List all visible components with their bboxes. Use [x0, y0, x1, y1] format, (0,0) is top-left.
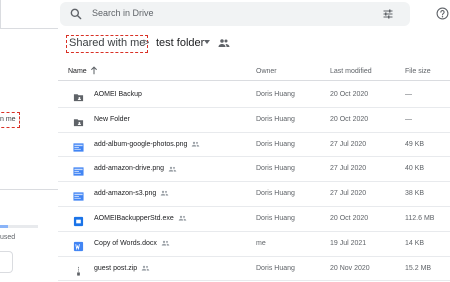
buy-storage-button[interactable]: [0, 251, 13, 273]
file-name-text: guest post.zip: [94, 264, 138, 272]
folder-icon: [73, 90, 84, 102]
table-row[interactable]: add-amazon-drive.png Doris Huang 27 Jul 20…: [58, 157, 450, 183]
file-owner: Doris Huang: [256, 190, 295, 198]
file-name[interactable]: New Folder: [94, 116, 130, 123]
file-modified: 27 Jul 2020: [330, 165, 367, 173]
shared-icon: [168, 166, 177, 172]
file-name-text: AOMEIBackupperStd.exe: [94, 215, 174, 222]
file-modified: 27 Jul 2020: [330, 140, 367, 148]
breadcrumb-shared-with-me[interactable]: Shared with me: [66, 35, 149, 53]
word-icon: [73, 239, 84, 251]
shared-people-icon: [218, 39, 230, 47]
shared-icon: [191, 141, 200, 147]
file-size: 40 KB: [405, 165, 425, 173]
column-header-last-modified[interactable]: Last modified: [330, 68, 372, 75]
breadcrumb-current-folder[interactable]: test folder: [156, 37, 204, 49]
table-row[interactable]: AOMEI Backup Doris Huang 20 Oct 2020 —: [58, 83, 450, 108]
table-row[interactable]: New Folder Doris Huang 20 Oct 2020 —: [58, 108, 450, 133]
folder-icon: [73, 115, 84, 126]
breadcrumb-separator: >: [143, 37, 150, 49]
exe-icon: [73, 214, 84, 227]
zip-icon: [73, 264, 84, 277]
file-name-text: AOMEI Backup: [94, 91, 142, 98]
image-icon: [73, 140, 84, 152]
file-name-text: Copy of Words.docx: [94, 239, 157, 247]
file-modified: 20 Oct 2020: [330, 91, 369, 98]
file-size: —: [405, 115, 412, 123]
file-owner: me: [256, 239, 266, 247]
sidebar: n me used: [0, 0, 58, 280]
column-header-name[interactable]: Name: [68, 68, 87, 75]
sidebar-item-shared-with-me[interactable]: n me: [0, 112, 20, 128]
file-name[interactable]: add-album-google-photos.png: [94, 141, 200, 148]
shared-icon: [178, 215, 187, 221]
sidebar-item-label: n me: [0, 116, 16, 123]
file-size: 112.6 MB: [405, 215, 435, 222]
file-name-text: add-amazon-drive.png: [94, 165, 165, 173]
file-modified: 19 Jul 2021: [330, 239, 367, 247]
file-owner: Doris Huang: [256, 140, 295, 148]
sidebar-divider: [0, 28, 58, 29]
file-owner: Doris Huang: [256, 264, 295, 272]
table-row[interactable]: Copy of Words.docx me 19 Jul 2021 14 KB: [58, 232, 450, 257]
help-icon[interactable]: [436, 7, 449, 20]
file-modified: 20 Oct 2020: [330, 215, 369, 222]
search-options-icon[interactable]: [382, 8, 394, 20]
search-icon: [70, 8, 82, 20]
file-size: —: [405, 91, 412, 98]
header-divider: [58, 80, 450, 81]
chevron-down-icon[interactable]: [204, 40, 210, 44]
search-bar[interactable]: Search in Drive: [60, 2, 410, 26]
table-row[interactable]: AOMEIBackupperStd.exe Doris Huang 20 Oct 2…: [58, 207, 450, 232]
file-name[interactable]: AOMEI Backup: [94, 91, 142, 98]
image-icon: [73, 189, 84, 201]
table-row[interactable]: add-amazon-s3.png Doris Huang 27 Jul 2020 3…: [58, 182, 450, 207]
file-owner: Doris Huang: [256, 165, 295, 173]
file-size: 14 KB: [405, 239, 425, 247]
sidebar-divider: [0, 189, 58, 190]
file-size: 49 KB: [405, 140, 425, 148]
shared-icon: [141, 265, 150, 271]
table-row[interactable]: guest post.zip Doris Huang 20 Nov 2020 15.2…: [58, 257, 450, 282]
sidebar-divider: [0, 0, 1, 28]
file-name-text: New Folder: [94, 115, 130, 123]
file-size: 38 KB: [405, 190, 425, 198]
file-name[interactable]: add-amazon-s3.png: [94, 190, 169, 197]
file-owner: Doris Huang: [256, 91, 295, 98]
file-owner: Doris Huang: [256, 215, 295, 222]
storage-bar: [0, 225, 38, 228]
file-modified: 20 Nov 2020: [330, 264, 370, 272]
sort-up-icon[interactable]: [90, 66, 98, 75]
file-name[interactable]: add-amazon-drive.png: [94, 165, 177, 172]
file-modified: 27 Jul 2020: [330, 190, 367, 198]
file-size: 15.2 MB: [405, 264, 432, 272]
file-name[interactable]: Copy of Words.docx: [94, 240, 170, 247]
storage-text: used: [0, 234, 16, 241]
file-modified: 20 Oct 2020: [330, 115, 369, 123]
image-icon: [73, 164, 84, 177]
shared-icon: [160, 190, 169, 196]
file-name-text: add-amazon-s3.png: [94, 190, 157, 198]
shared-icon: [161, 240, 170, 246]
file-name[interactable]: guest post.zip: [94, 265, 150, 272]
table-row[interactable]: add-album-google-photos.png Doris Huang 27…: [58, 133, 450, 158]
column-header-file-size[interactable]: File size: [405, 68, 431, 75]
file-name[interactable]: AOMEIBackupperStd.exe: [94, 215, 187, 222]
file-name-text: add-album-google-photos.png: [94, 140, 188, 148]
column-header-owner[interactable]: Owner: [256, 68, 277, 75]
search-input[interactable]: Search in Drive: [92, 8, 154, 18]
file-owner: Doris Huang: [256, 115, 295, 123]
